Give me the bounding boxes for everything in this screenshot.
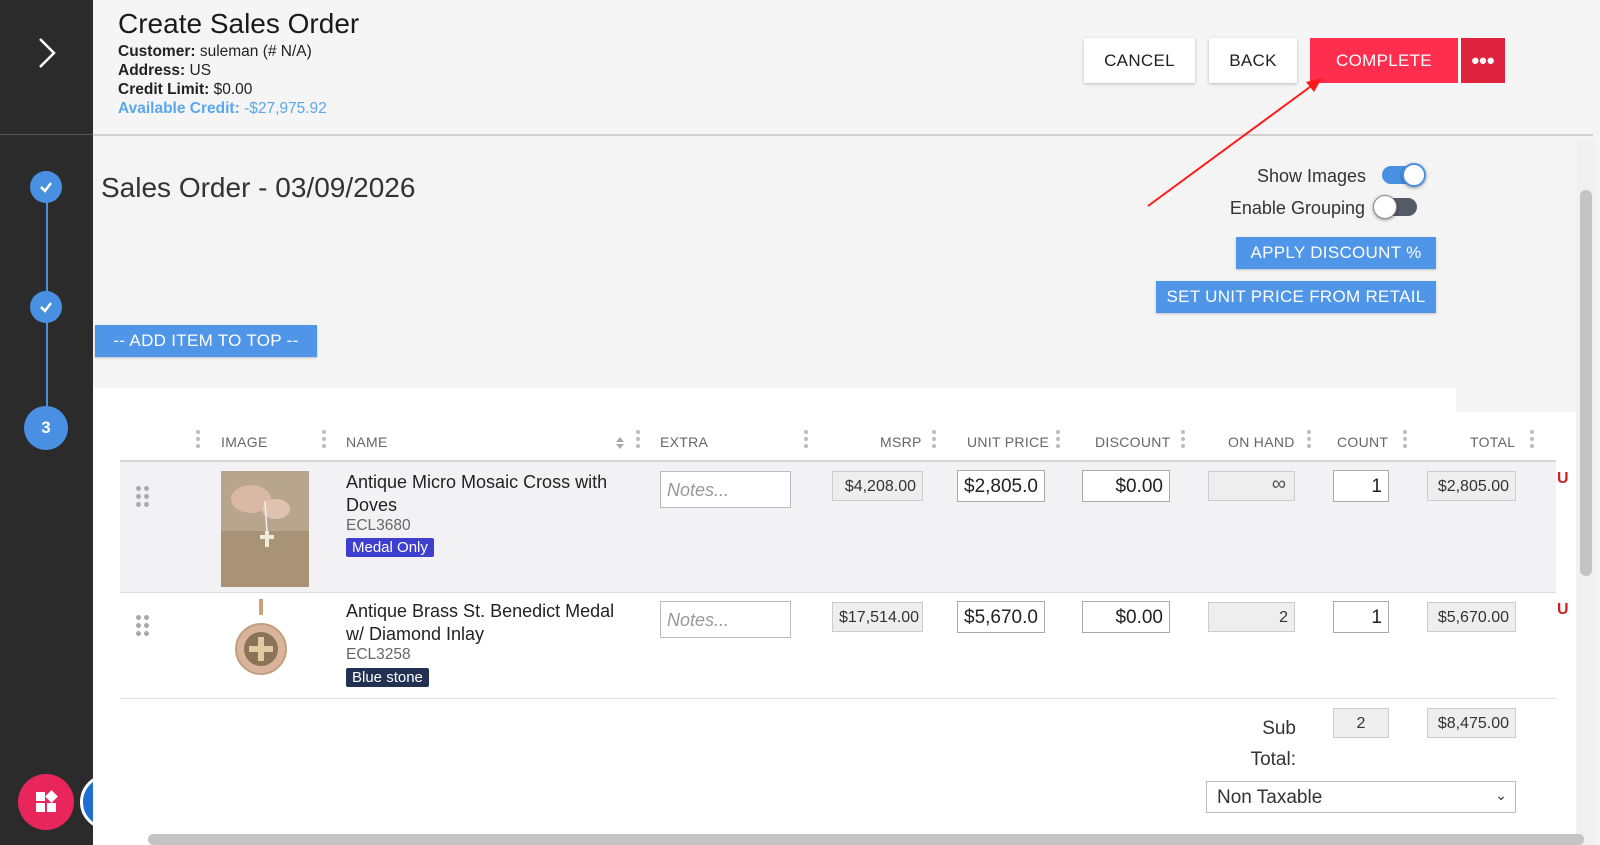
col-msrp: MSRP bbox=[880, 434, 922, 450]
table-row: Antique Brass St. Benedict Medal w/ Diam… bbox=[120, 593, 1569, 699]
available-credit-label: Available Credit: bbox=[118, 100, 240, 117]
show-images-toggle[interactable] bbox=[1382, 163, 1426, 187]
product-tag: Blue stone bbox=[346, 668, 429, 687]
tax-select[interactable]: Non Taxable ⌄ bbox=[1206, 781, 1516, 813]
product-tag: Medal Only bbox=[346, 538, 434, 557]
column-resize-handle[interactable] bbox=[1307, 430, 1311, 452]
vertical-scrollbar[interactable] bbox=[1580, 190, 1592, 576]
column-resize-handle[interactable] bbox=[322, 430, 326, 452]
drag-handle-icon[interactable] bbox=[136, 615, 150, 637]
horizontal-scrollbar[interactable] bbox=[148, 834, 1584, 845]
address-label: Address: bbox=[118, 62, 186, 79]
apps-button[interactable] bbox=[18, 774, 74, 830]
rail-header bbox=[0, 0, 93, 135]
column-resize-handle[interactable] bbox=[636, 430, 640, 452]
col-unit-price: UNIT PRICE bbox=[967, 434, 1050, 450]
discount-input[interactable]: $0.00 bbox=[1082, 470, 1170, 502]
msrp-value: $4,208.00 bbox=[832, 471, 923, 501]
notes-input[interactable]: Notes... bbox=[660, 601, 791, 638]
table-header: IMAGE NAME EXTRA MSRP UNIT PRICE DISCOUN… bbox=[120, 424, 1556, 462]
col-on-hand: ON HAND bbox=[1228, 434, 1295, 450]
back-button[interactable]: BACK bbox=[1209, 38, 1297, 83]
customer-label: Customer: bbox=[118, 43, 196, 60]
step-2-complete[interactable] bbox=[30, 291, 62, 323]
on-hand-value: ∞ bbox=[1208, 471, 1295, 501]
row-total: $2,805.00 bbox=[1427, 471, 1516, 501]
unit-price-input[interactable]: $2,805.0 bbox=[957, 470, 1045, 502]
col-total: TOTAL bbox=[1470, 434, 1516, 450]
count-input[interactable]: 1 bbox=[1333, 470, 1389, 502]
credit-limit-label: Credit Limit: bbox=[118, 81, 210, 98]
col-name[interactable]: NAME bbox=[346, 434, 388, 450]
check-icon bbox=[40, 182, 52, 193]
msrp-value: $17,514.00 bbox=[832, 602, 923, 632]
col-image: IMAGE bbox=[221, 434, 268, 450]
subtotal-label: Sub Total: bbox=[1250, 718, 1296, 770]
subtotal-value: $8,475.00 bbox=[1427, 708, 1516, 738]
customer-info: Customer: suleman (# N/A) Address: US Cr… bbox=[118, 42, 327, 118]
customer-value: suleman (# N/A) bbox=[199, 43, 312, 60]
set-unit-price-button[interactable]: SET UNIT PRICE FROM RETAIL bbox=[1156, 281, 1436, 313]
product-image[interactable] bbox=[221, 471, 309, 587]
column-resize-handle[interactable] bbox=[1403, 430, 1407, 452]
column-resize-handle[interactable] bbox=[804, 430, 808, 452]
step-3-current[interactable]: 3 bbox=[24, 406, 68, 450]
discount-input[interactable]: $0.00 bbox=[1082, 601, 1170, 633]
column-resize-handle[interactable] bbox=[1181, 430, 1185, 452]
order-title: Sales Order - 03/09/2026 bbox=[101, 172, 416, 203]
drag-handle-icon[interactable] bbox=[136, 486, 150, 508]
product-image[interactable] bbox=[232, 599, 290, 685]
enable-grouping-label: Enable Grouping bbox=[1229, 198, 1365, 218]
step-1-complete[interactable] bbox=[30, 171, 62, 203]
unit-price-input[interactable]: $5,670.0 bbox=[957, 601, 1045, 633]
product-sku: ECL3680 bbox=[346, 517, 411, 534]
subtotal-count: 2 bbox=[1333, 708, 1389, 738]
enable-grouping-toggle[interactable] bbox=[1373, 195, 1417, 219]
column-resize-handle[interactable] bbox=[932, 430, 936, 452]
left-rail: 3 bbox=[0, 0, 93, 845]
tax-select-value: Non Taxable bbox=[1217, 787, 1323, 808]
table-row: Antique Micro Mosaic Cross with Doves EC… bbox=[120, 462, 1569, 593]
remove-item-icon[interactable]: U bbox=[1557, 601, 1569, 619]
col-count: COUNT bbox=[1337, 434, 1389, 450]
product-name[interactable]: Antique Brass St. Benedict Medal w/ Diam… bbox=[346, 600, 616, 646]
column-resize-handle[interactable] bbox=[1530, 430, 1534, 452]
page-header: Create Sales Order Customer: suleman (# … bbox=[93, 0, 1593, 136]
complete-button[interactable]: COMPLETE bbox=[1310, 38, 1458, 83]
apps-grid-icon bbox=[36, 790, 58, 812]
chevron-down-icon: ⌄ bbox=[1495, 787, 1507, 803]
on-hand-value: 2 bbox=[1208, 602, 1295, 632]
column-resize-handle[interactable] bbox=[1056, 430, 1060, 452]
page-title: Create Sales Order bbox=[118, 8, 360, 39]
col-extra: EXTRA bbox=[660, 434, 709, 450]
remove-item-icon[interactable]: U bbox=[1557, 470, 1569, 488]
add-item-to-top-button[interactable]: -- ADD ITEM TO TOP -- bbox=[95, 325, 317, 357]
apply-discount-button[interactable]: APPLY DISCOUNT % bbox=[1236, 237, 1436, 269]
col-discount: DISCOUNT bbox=[1095, 434, 1171, 450]
available-credit-value: -$27,975.92 bbox=[244, 100, 327, 117]
show-images-label: Show Images bbox=[1256, 166, 1366, 186]
more-options-button[interactable]: ••• bbox=[1461, 38, 1505, 83]
chevron-right-icon[interactable] bbox=[34, 36, 60, 70]
credit-limit-value: $0.00 bbox=[213, 81, 253, 98]
row-total: $5,670.00 bbox=[1427, 602, 1516, 632]
address-value: US bbox=[189, 62, 212, 79]
cancel-button[interactable]: CANCEL bbox=[1084, 38, 1195, 83]
check-icon bbox=[40, 302, 52, 313]
count-input[interactable]: 1 bbox=[1333, 601, 1389, 633]
sort-icon[interactable] bbox=[615, 436, 625, 450]
notes-input[interactable]: Notes... bbox=[660, 471, 791, 508]
product-name[interactable]: Antique Micro Mosaic Cross with Doves bbox=[346, 471, 616, 517]
product-sku: ECL3258 bbox=[346, 646, 411, 663]
column-resize-handle[interactable] bbox=[196, 430, 200, 452]
